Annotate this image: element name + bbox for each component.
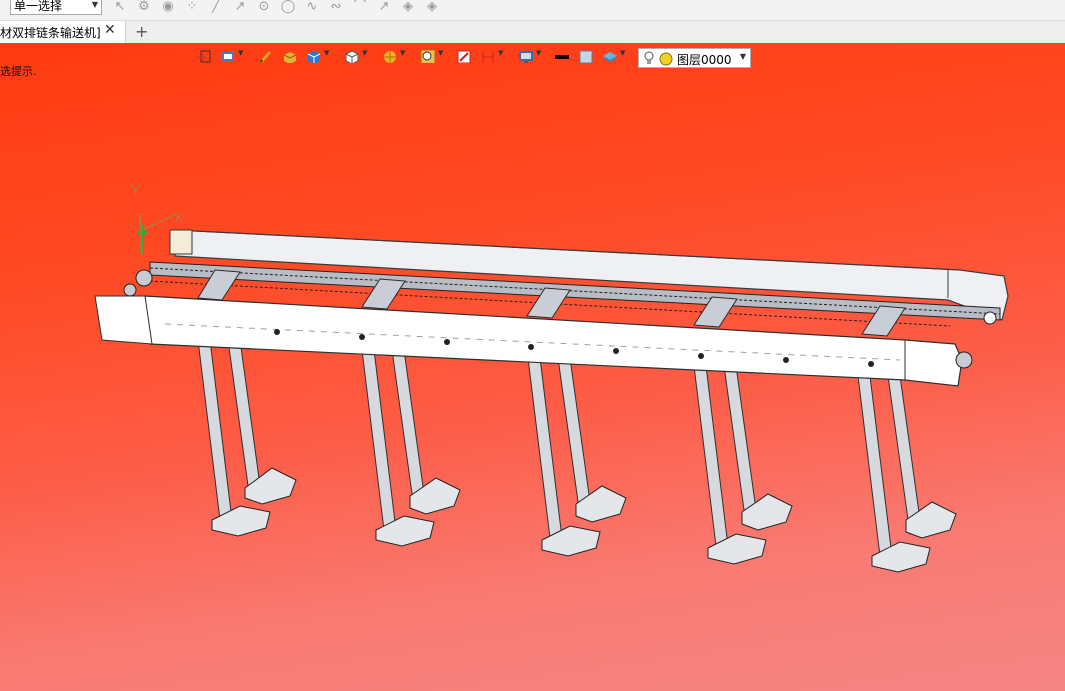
top-toolbar: 单一选择 ▼ ↖ ⚙ ◉ ⁘ ╱ ↗ ⊙ ◯ ∿ ∾ ⌒ ↗ ◈ ◈: [0, 0, 1065, 21]
close-icon[interactable]: ✕: [104, 22, 116, 38]
layer-move-icon[interactable]: ◈: [424, 0, 440, 14]
selection-mode-value: 单一选择: [14, 0, 63, 13]
add-tab-button[interactable]: +: [135, 22, 148, 41]
selection-mode-select[interactable]: 单一选择 ▼: [10, 0, 102, 15]
3d-viewport[interactable]: 选提示. ▼ ▼ ▼ ▼ ▼ ▼ ▼ ▼ 图层0000 ▼ Y X: [0, 43, 1065, 691]
conveyor-model[interactable]: Y X: [0, 43, 1065, 691]
play-icon[interactable]: ◉: [160, 0, 176, 14]
ray-icon[interactable]: ↗: [232, 0, 248, 14]
snap-icon[interactable]: ⁘: [184, 0, 200, 14]
triad-x-label: X: [174, 209, 184, 225]
spline-icon[interactable]: ∿: [304, 0, 320, 14]
layer-stack-icon[interactable]: ◈: [400, 0, 416, 14]
circle-icon[interactable]: ◯: [280, 0, 296, 14]
curve-icon[interactable]: ∾: [328, 0, 344, 14]
arc-icon[interactable]: ⌒: [352, 0, 368, 14]
tab-document-label: 材双排链条输送机]: [0, 26, 101, 40]
filter-icon[interactable]: ⚙: [136, 0, 152, 14]
front-rail-cap: [94, 295, 153, 345]
arrow-line-icon[interactable]: ↗: [376, 0, 392, 14]
chevron-down-icon: ▼: [91, 0, 98, 9]
back-rail-cap: [169, 229, 193, 255]
tab-document[interactable]: 材双排链条输送机] ✕: [0, 21, 126, 43]
pointer-icon[interactable]: ↖: [112, 0, 128, 14]
triad-y-label: Y: [131, 182, 141, 198]
document-tabbar: 材双排链条输送机] ✕ +: [0, 21, 1065, 44]
point-circle-icon[interactable]: ⊙: [256, 0, 272, 14]
line-icon[interactable]: ╱: [208, 0, 224, 14]
